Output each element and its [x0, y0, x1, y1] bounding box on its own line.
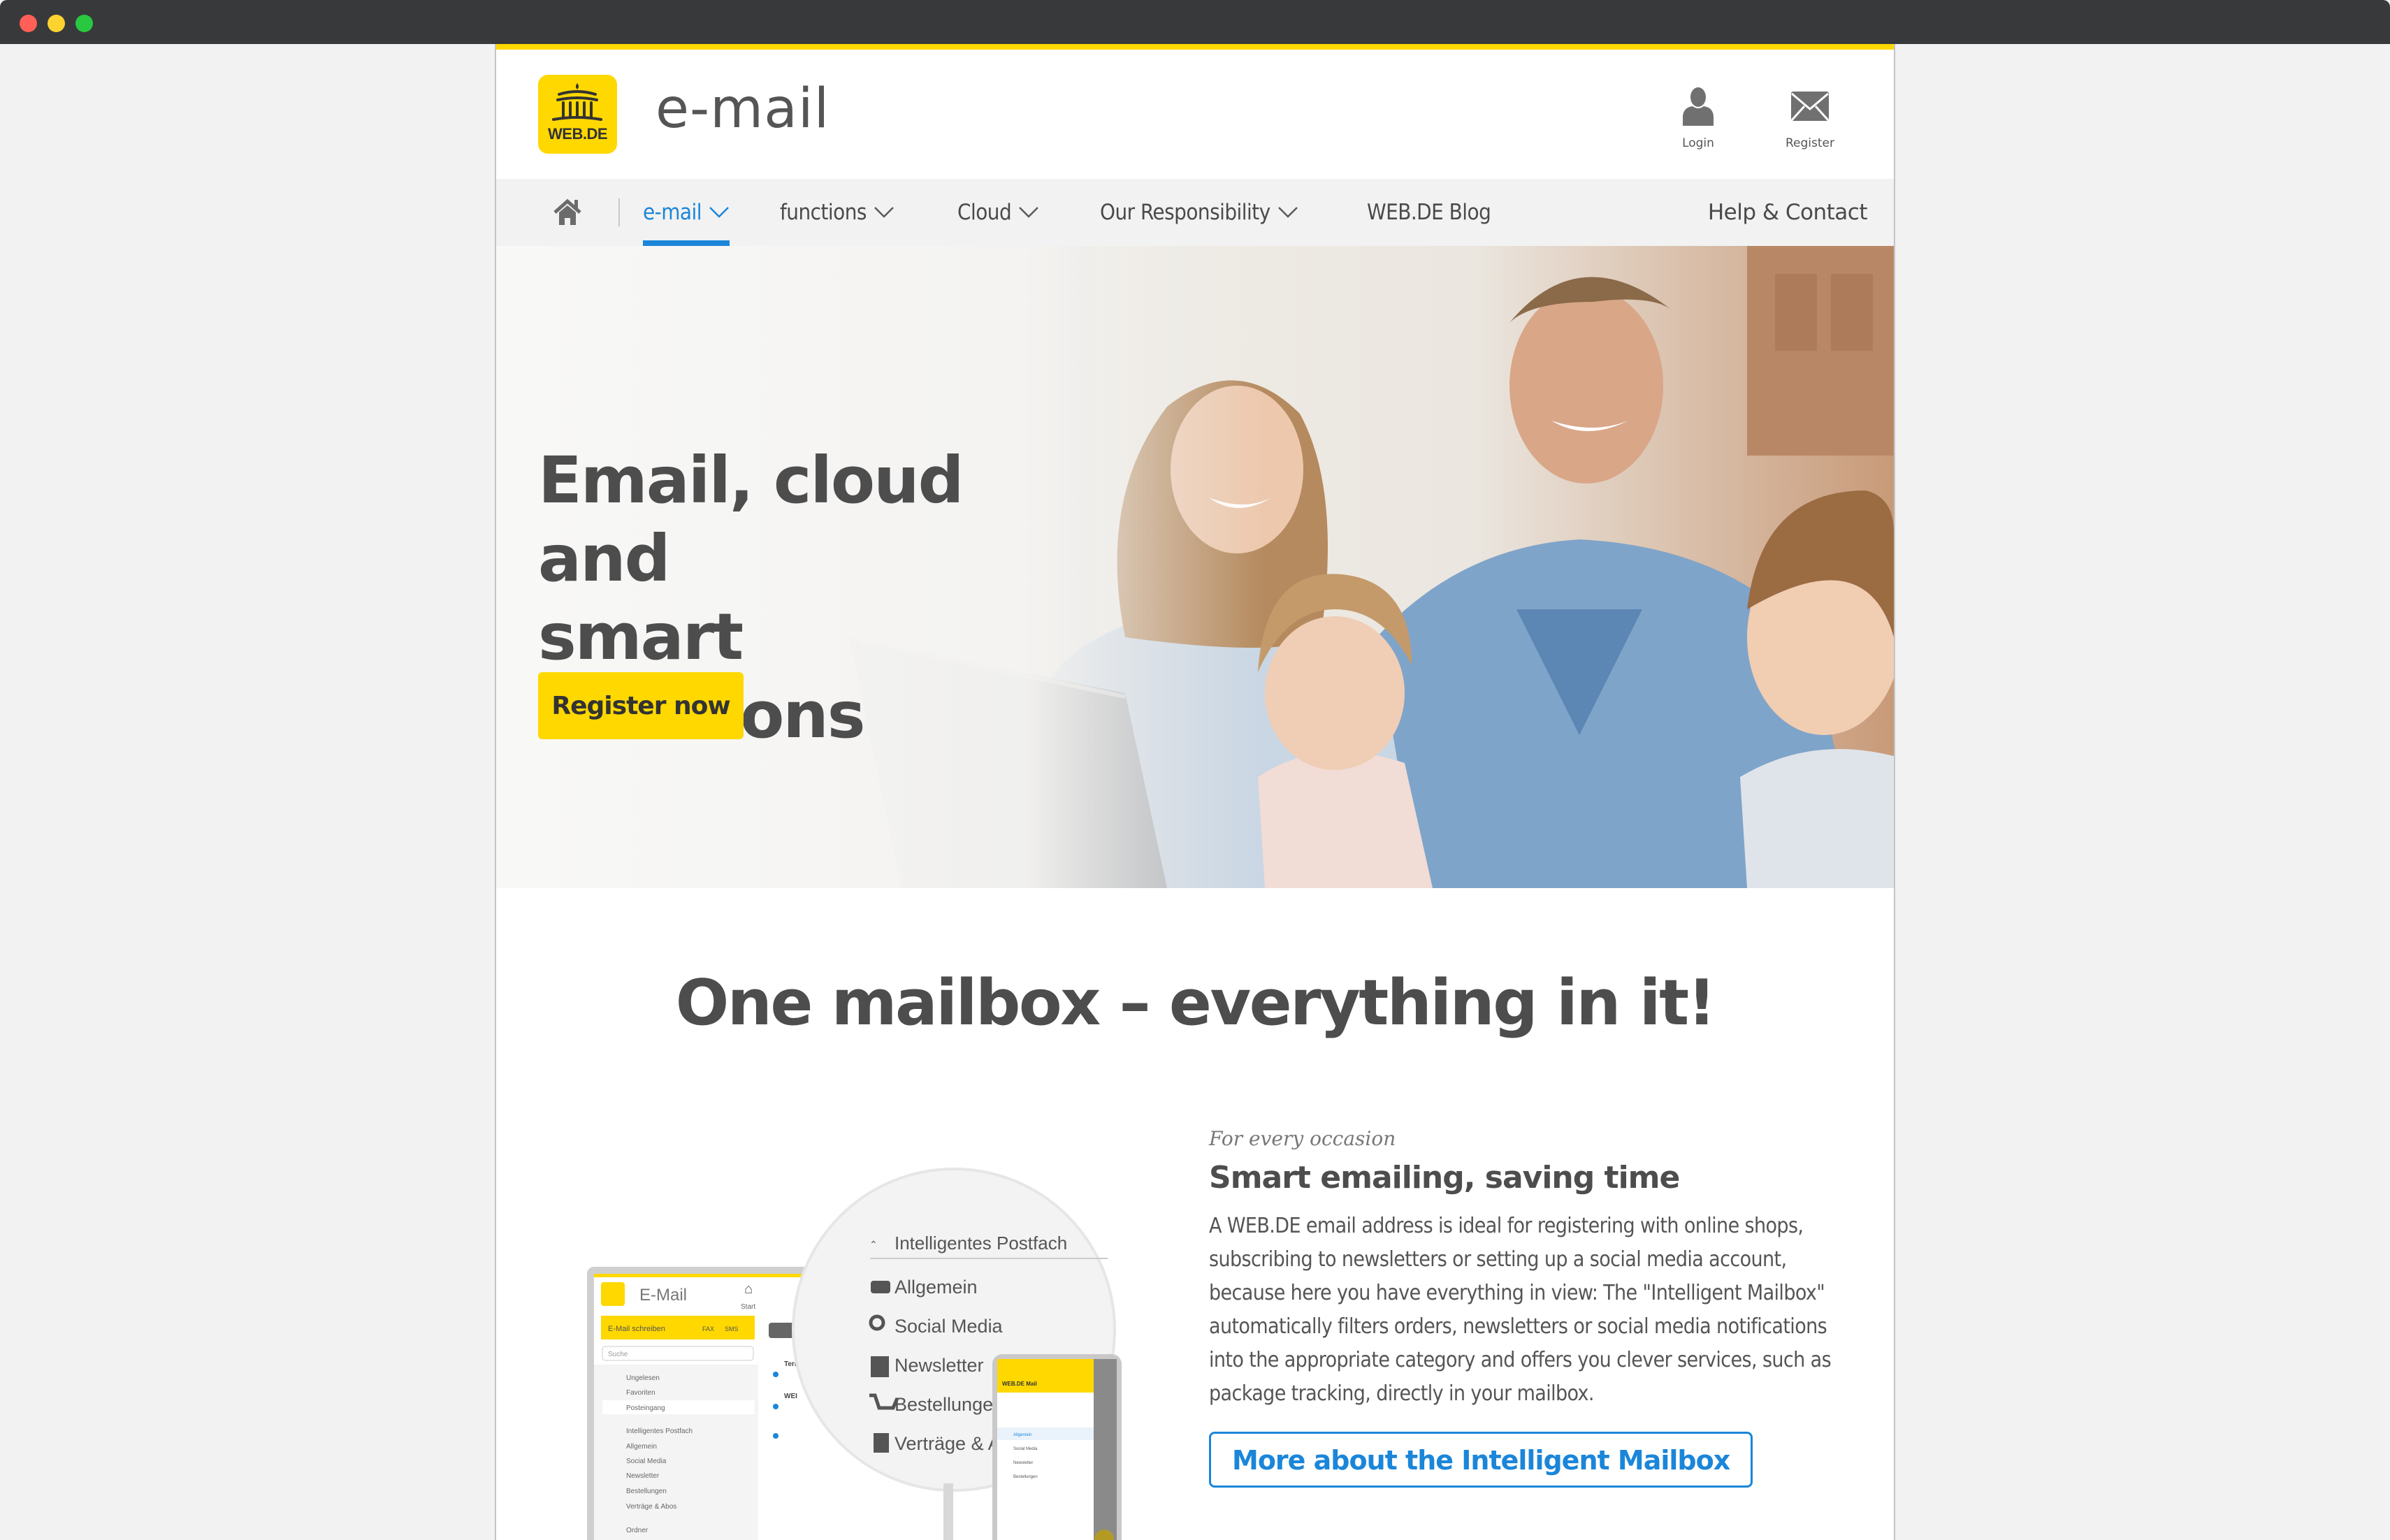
mobile-smart-item: Bestellungen — [1013, 1475, 1038, 1479]
mock-smart-item: Bestellungen — [626, 1488, 667, 1495]
feature-description: A WEB.DE email address is ideal for regi… — [1209, 1214, 1832, 1406]
mock-logo — [601, 1282, 625, 1306]
chevron-down-icon — [874, 207, 894, 218]
mock-mail-sender: WEI — [784, 1393, 797, 1400]
nav-item-label: e-mail — [643, 200, 702, 225]
feature-kicker: For every occasion — [1209, 1127, 1396, 1150]
chevron-down-icon — [1019, 207, 1039, 218]
hero-title-line-1: Email, cloud and — [538, 443, 964, 596]
register-now-button[interactable]: Register now — [538, 672, 744, 739]
mag-item: Social Media — [895, 1316, 1004, 1337]
mag-item: Allgemein — [895, 1277, 978, 1298]
nav-item-blog[interactable]: WEB.DE Blog — [1367, 179, 1491, 246]
login-button[interactable]: Login — [1649, 82, 1747, 150]
mock-search: Suche — [608, 1351, 628, 1358]
site-header: WEB.DE e-mail Login Register — [496, 50, 1894, 179]
nav-home-link[interactable] — [552, 197, 583, 228]
nav-help-contact[interactable]: Help & Contact — [1708, 179, 1868, 246]
main-navigation: e-mail functions Cloud Our Responsibilit… — [496, 179, 1894, 246]
mock-home-icon: ⌂ — [744, 1281, 753, 1297]
mag-item: Newsletter — [895, 1355, 984, 1376]
logo-wordmark: WEB.DE — [548, 125, 608, 143]
nav-item-functions[interactable]: functions — [780, 179, 895, 246]
more-about-intelligent-mailbox-button[interactable]: More about the Intelligent Mailbox — [1209, 1432, 1753, 1488]
mag-header: Intelligentes Postfach — [895, 1233, 1067, 1254]
nav-separator — [618, 198, 620, 226]
webde-logo[interactable]: WEB.DE — [538, 75, 617, 154]
mock-smart-item: Newsletter — [626, 1472, 660, 1480]
mobile-brand: WEB.DE Mail — [1002, 1381, 1037, 1387]
mobile-smart-item: Social Media — [1013, 1447, 1038, 1451]
maximize-window-button[interactable] — [75, 15, 93, 32]
mock-smart-section: Intelligentes Postfach — [626, 1428, 693, 1435]
mock-start-label: Start — [741, 1303, 755, 1311]
chevron-down-icon — [709, 207, 729, 218]
minimize-window-button[interactable] — [48, 15, 65, 32]
mock-folder: Ungelesen — [626, 1374, 660, 1382]
intelligent-mailbox-illustration: E-Mail ⌂ Start E-Mail schreiben FAX SMS … — [566, 1120, 1265, 1540]
mock-smart-item: Social Media — [626, 1458, 667, 1465]
envelope-icon — [1790, 92, 1830, 122]
close-window-button[interactable] — [20, 15, 37, 32]
register-label: Register — [1786, 136, 1834, 150]
user-icon — [1683, 87, 1714, 126]
register-header-button[interactable]: Register — [1761, 82, 1859, 150]
mock-sms: SMS — [725, 1325, 739, 1332]
mock-folder: Favoriten — [626, 1389, 656, 1397]
brand-top-strip — [496, 44, 1894, 50]
hero-banner: Email, cloud and smart functions Registe… — [496, 246, 1894, 888]
section-title: One mailbox – everything in it! — [675, 966, 1716, 1040]
nav-item-label: functions — [780, 200, 867, 225]
mock-folder-section: Ordner — [626, 1527, 649, 1534]
page-container: WEB.DE e-mail Login Register e-mail func… — [495, 44, 1895, 1540]
mailbox-screenshot-mockup: E-Mail ⌂ Start E-Mail schreiben FAX SMS … — [587, 1168, 1122, 1540]
mock-smart-item: Allgemein — [626, 1443, 657, 1451]
mock-compose-label: E-Mail schreiben — [608, 1325, 665, 1333]
mock-fax: FAX — [702, 1325, 714, 1332]
mock-app-title: E-Mail — [639, 1286, 687, 1305]
browser-titlebar — [0, 0, 2390, 44]
feature-title: Smart emailing, saving time — [1209, 1160, 1680, 1196]
nav-item-label: WEB.DE Blog — [1367, 200, 1491, 225]
mock-folder: Posteingang — [626, 1404, 665, 1412]
nav-item-email[interactable]: e-mail — [643, 179, 730, 246]
mobile-smart-item: Allgemein — [1013, 1433, 1031, 1437]
site-section-title: e-mail — [656, 78, 830, 140]
mobile-smart-item: Newsletter — [1013, 1461, 1033, 1465]
nav-item-label: Cloud — [957, 200, 1012, 225]
feature-block: For every occasion Smart emailing, savin… — [1209, 1127, 1880, 1488]
home-icon — [553, 198, 581, 225]
nav-item-cloud[interactable]: Cloud — [957, 179, 1039, 246]
chevron-down-icon — [1277, 207, 1298, 218]
mock-smart-item: Verträge & Abos — [626, 1503, 676, 1511]
nav-item-our-responsibility[interactable]: Our Responsibility — [1100, 179, 1298, 246]
svg-text:⌃: ⌃ — [869, 1239, 878, 1250]
login-label: Login — [1682, 136, 1714, 150]
mag-item: Bestellungen — [895, 1394, 1004, 1415]
nav-item-label: Our Responsibility — [1100, 200, 1270, 225]
